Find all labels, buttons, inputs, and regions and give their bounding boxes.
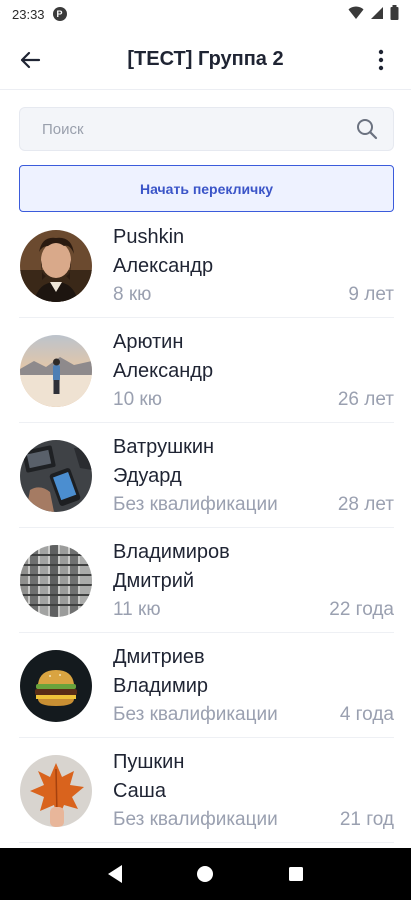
avatar bbox=[20, 755, 92, 827]
student-age: 9 лет bbox=[348, 284, 394, 305]
student-qualification: 10 кю bbox=[113, 389, 162, 410]
search-field bbox=[19, 107, 394, 151]
student-list-item[interactable]: Арютин Александр 10 кю 26 лет bbox=[19, 318, 394, 423]
student-age: 4 года bbox=[339, 704, 394, 725]
student-first-name: Александр bbox=[113, 255, 214, 277]
student-last-name: Арютин bbox=[113, 331, 184, 353]
system-navigation-bar bbox=[0, 848, 411, 900]
student-first-name: Эдуард bbox=[113, 465, 182, 487]
signal-icon bbox=[370, 6, 384, 23]
page-title: [ТЕСТ] Группа 2 bbox=[127, 48, 284, 70]
student-age: 26 лет bbox=[337, 389, 394, 410]
status-bar: 23:33 P bbox=[0, 0, 411, 28]
student-last-name: Пушкин bbox=[113, 751, 185, 773]
student-qualification: 8 кю bbox=[113, 284, 152, 305]
student-qualification: 11 кю bbox=[113, 599, 161, 620]
avatar bbox=[20, 545, 92, 617]
student-last-name: Владимиров bbox=[113, 541, 230, 563]
app-bar: [ТЕСТ] Группа 2 bbox=[0, 28, 411, 90]
nav-back-button[interactable] bbox=[103, 862, 127, 886]
student-list-item[interactable]: Дмитриев Владимир Без квалификации 4 год… bbox=[19, 633, 394, 738]
status-time: 23:33 bbox=[12, 6, 45, 22]
student-last-name: Ватрушкин bbox=[113, 436, 215, 458]
square-recents-icon bbox=[288, 867, 303, 881]
avatar bbox=[20, 440, 92, 512]
more-vertical-icon bbox=[378, 49, 384, 71]
nav-home-button[interactable] bbox=[193, 862, 217, 886]
student-qualification: Без квалификации bbox=[113, 704, 278, 725]
triangle-back-icon bbox=[108, 865, 123, 883]
student-age: 28 лет bbox=[337, 494, 394, 515]
avatar bbox=[20, 335, 92, 407]
battery-icon bbox=[390, 5, 399, 23]
student-qualification: Без квалификации bbox=[113, 494, 278, 515]
avatar bbox=[20, 230, 92, 302]
app-notification-icon: P bbox=[52, 7, 67, 21]
search-icon[interactable] bbox=[355, 117, 379, 141]
student-first-name: Александр bbox=[113, 360, 214, 382]
start-rollcall-button[interactable]: Начать перекличку bbox=[19, 165, 394, 212]
student-list: Pushkin Александр 8 кю 9 лет Арютин Алек… bbox=[0, 213, 411, 843]
student-last-name: Дмитриев bbox=[113, 646, 205, 668]
more-options-button[interactable] bbox=[365, 44, 397, 76]
avatar bbox=[20, 650, 92, 722]
student-age: 21 год bbox=[339, 809, 394, 830]
search-input[interactable] bbox=[42, 120, 355, 138]
student-list-item[interactable]: Ватрушкин Эдуард Без квалификации 28 лет bbox=[19, 423, 394, 528]
student-list-item[interactable]: Pushkin Александр 8 кю 9 лет bbox=[19, 213, 394, 318]
student-last-name: Pushkin bbox=[113, 226, 185, 248]
student-age: 22 года bbox=[329, 599, 394, 620]
student-list-item[interactable]: Владимиров Дмитрий 11 кю 22 года bbox=[19, 528, 394, 633]
student-first-name: Саша bbox=[113, 780, 166, 802]
wifi-icon bbox=[348, 6, 364, 23]
student-first-name: Владимир bbox=[113, 675, 209, 697]
student-first-name: Дмитрий bbox=[113, 570, 195, 592]
student-list-item[interactable]: Пушкин Саша Без квалификации 21 год bbox=[19, 738, 394, 843]
circle-home-icon bbox=[197, 866, 214, 882]
nav-recents-button[interactable] bbox=[284, 862, 308, 886]
student-qualification: Без квалификации bbox=[113, 809, 278, 830]
